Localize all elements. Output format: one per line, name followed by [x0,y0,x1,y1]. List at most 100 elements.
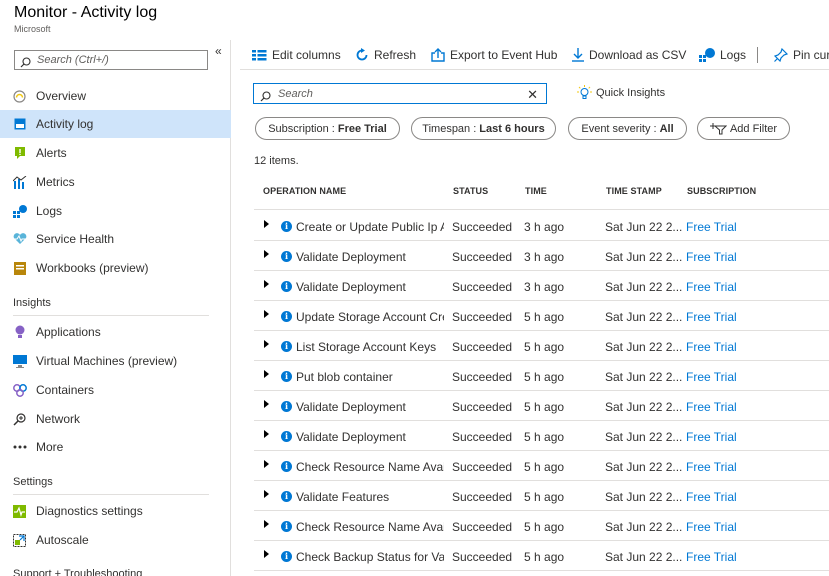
operation-name-cell: Validate Deployment [296,250,406,264]
subscription-link[interactable]: Free Trial [686,220,756,234]
column-header-subscription[interactable]: SUBSCRIPTION [687,186,756,196]
download-csv-button[interactable]: Download as CSV [572,45,686,65]
table-row[interactable]: i Update Storage Account Cre Succeeded 5 h … [254,301,829,331]
timespan-filter[interactable]: Timespan : Last 6 hours [411,117,556,140]
expand-row-icon[interactable] [264,490,269,498]
search-icon [260,89,271,107]
time-cell: 5 h ago [524,490,565,504]
edit-columns-button[interactable]: Edit columns [252,45,341,65]
column-header-time[interactable]: TIME [525,186,547,196]
info-icon: i [281,551,292,562]
diagnostics-icon [12,504,27,519]
quick-insights-button[interactable]: Quick Insights [577,85,665,100]
sidebar-item-logs[interactable]: Logs [0,197,231,225]
expand-row-icon[interactable] [264,520,269,528]
table-row[interactable]: i Validate Deployment Succeeded 5 h ago Sat … [254,391,829,421]
expand-row-icon[interactable] [264,250,269,258]
refresh-button[interactable]: Refresh [355,45,416,65]
subscription-link[interactable]: Free Trial [686,430,756,444]
time-stamp-cell: Sat Jun 22 2... [605,460,683,474]
operation-name-cell: Check Resource Name Availa [296,520,444,534]
table-row[interactable]: i List Storage Account Keys Succeeded 5 h a… [254,331,829,361]
sidebar-item-activity-log[interactable]: Activity log [0,110,231,138]
refresh-label: Refresh [374,48,417,62]
subscription-link[interactable]: Free Trial [686,310,756,324]
column-header-time-stamp[interactable]: TIME STAMP [606,186,662,196]
column-header-status[interactable]: STATUS [453,186,488,196]
logs-button[interactable]: Logs [699,45,746,65]
expand-row-icon[interactable] [264,280,269,288]
subscription-link[interactable]: Free Trial [686,490,756,504]
sidebar-item-autoscale[interactable]: Autoscale [0,526,231,554]
table-row[interactable]: i Check Resource Name Availa Succeeded 5 h … [254,511,829,541]
subscription-link[interactable]: Free Trial [686,280,756,294]
sidebar-item-overview[interactable]: Overview [0,82,231,110]
table-row[interactable]: i Validate Deployment Succeeded 5 h ago Sat … [254,421,829,451]
sidebar-item-containers[interactable]: Containers [0,376,231,404]
info-icon: i [281,371,292,382]
export-to-event-hub-button[interactable]: Export to Event Hub [431,45,557,65]
subscription-link[interactable]: Free Trial [686,340,756,354]
table-row[interactable]: i Create or Update Public Ip A Succeeded 3 … [254,211,829,241]
table-row[interactable]: i Check Resource Name Availa Succeeded 5 h … [254,451,829,481]
sidebar-item-label: More [36,440,64,454]
sidebar-item-label: Virtual Machines (preview) [36,354,178,368]
activity-search[interactable]: ✕ [253,83,547,104]
time-cell: 5 h ago [524,460,565,474]
sidebar-item-alerts[interactable]: Alerts [0,139,231,167]
time-cell: 3 h ago [524,280,565,294]
sidebar-item-label: Diagnostics settings [36,504,143,518]
expand-row-icon[interactable] [264,340,269,348]
clear-search-icon[interactable]: ✕ [527,87,538,103]
subscription-link[interactable]: Free Trial [686,250,756,264]
sidebar-item-workbooks[interactable]: Workbooks (preview) [0,254,231,282]
table-header-divider [254,209,829,210]
expand-row-icon[interactable] [264,370,269,378]
filter-value: Free Trial [337,122,387,135]
sidebar-search-input[interactable] [37,53,202,67]
table-row[interactable]: i Validate Features Succeeded 5 h ago Sat Ju… [254,481,829,511]
sidebar-search[interactable] [14,50,208,70]
info-icon: i [281,431,292,442]
search-input[interactable] [278,86,518,101]
sidebar-item-more[interactable]: More [0,433,231,461]
sidebar-item-diagnostics-settings[interactable]: Diagnostics settings [0,497,231,525]
table-row[interactable]: i Validate Deployment Succeeded 3 h ago Sat … [254,241,829,271]
expand-row-icon[interactable] [264,460,269,468]
sidebar-item-metrics[interactable]: Metrics [0,168,231,196]
expand-row-icon[interactable] [264,220,269,228]
add-filter-button[interactable]: Add Filter [697,117,790,140]
status-cell: Succeeded [452,310,513,324]
toolbar-divider [757,47,758,63]
table-row[interactable]: i Put blob container Succeeded 5 h ago Sat J… [254,361,829,391]
logs-icon [12,204,27,219]
pin-button[interactable]: Pin cur [774,45,829,65]
time-stamp-cell: Sat Jun 22 2... [605,310,683,324]
subscription-filter[interactable]: Subscription : Free Trial [255,117,400,140]
subscription-link[interactable]: Free Trial [686,550,756,564]
status-cell: Succeeded [452,430,513,444]
sidebar-item-virtual-machines[interactable]: Virtual Machines (preview) [0,347,231,375]
time-cell: 3 h ago [524,220,565,234]
overview-icon [12,89,27,104]
subscription-link[interactable]: Free Trial [686,460,756,474]
subscription-link[interactable]: Free Trial [686,400,756,414]
download-icon [572,48,584,62]
expand-row-icon[interactable] [264,430,269,438]
event-severity-filter[interactable]: Event severity : All [568,117,687,140]
column-header-operation-name[interactable]: OPERATION NAME [263,186,346,196]
expand-row-icon[interactable] [264,400,269,408]
subscription-link[interactable]: Free Trial [686,520,756,534]
expand-row-icon[interactable] [264,550,269,558]
time-stamp-cell: Sat Jun 22 2... [605,370,683,384]
table-row[interactable]: i Validate Deployment Succeeded 3 h ago Sat … [254,271,829,301]
subscription-link[interactable]: Free Trial [686,370,756,384]
sidebar-item-applications[interactable]: Applications [0,318,231,346]
table-row[interactable]: i Check Backup Status for Vau Succeeded 5 h… [254,541,829,571]
sidebar-item-network[interactable]: Network [0,405,231,433]
sidebar-item-service-health[interactable]: Service Health [0,225,231,253]
collapse-sidebar-button[interactable]: « [215,44,222,58]
page-subtitle: Microsoft [14,24,51,34]
section-header-insights: Insights [13,297,51,309]
expand-row-icon[interactable] [264,310,269,318]
